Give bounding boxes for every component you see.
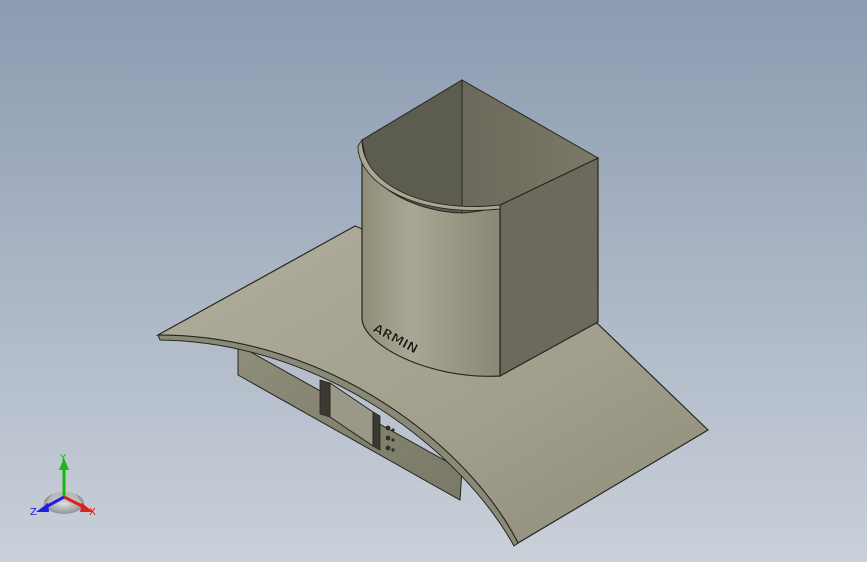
cad-graphics-viewport[interactable]: ARMIN Y X Z: [0, 0, 867, 562]
triad-y-label: Y: [59, 453, 67, 464]
control-button-3[interactable]: [385, 445, 391, 451]
control-button-2[interactable]: [385, 435, 391, 441]
control-button-1[interactable]: [385, 425, 391, 431]
triad-z-label: Z: [30, 507, 37, 518]
triad-x-label: X: [89, 507, 96, 518]
